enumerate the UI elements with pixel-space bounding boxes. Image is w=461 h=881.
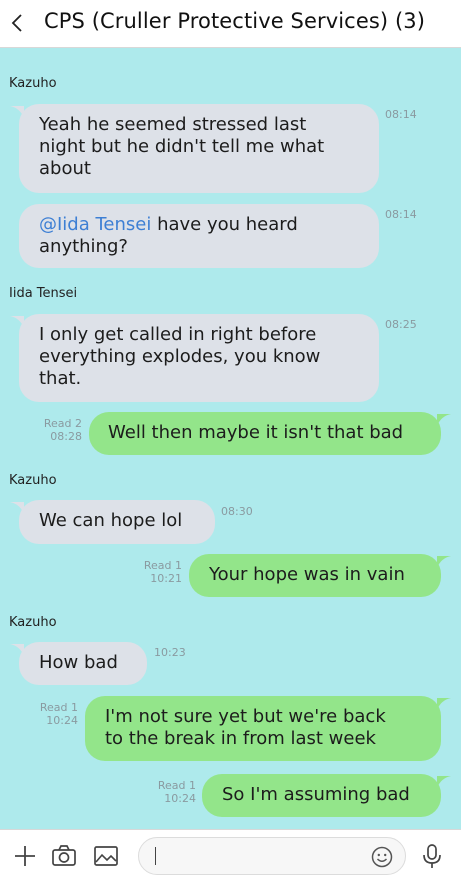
message-toolbar — [0, 829, 461, 881]
message-line: Your hope was in vain — [209, 564, 405, 585]
message-line: night but he didn't tell me what — [39, 136, 325, 157]
message-line: everything explodes, you know — [39, 346, 321, 367]
message-time: 08:14 — [385, 208, 417, 221]
bubble-tail — [437, 414, 451, 426]
message-line: I'm not sure yet but we're back — [105, 706, 386, 727]
back-chevron-icon[interactable] — [6, 8, 28, 38]
sender-name: Kazuho — [9, 76, 57, 91]
message-line: We can hope lol — [39, 510, 183, 531]
message-line: about — [39, 158, 91, 179]
plus-icon[interactable] — [11, 842, 39, 870]
message-time: 10:24 — [164, 792, 196, 805]
message-line: @Iida Tensei have you heard — [39, 214, 359, 236]
message-line: Yeah he seemed stressed last — [39, 114, 307, 135]
sender-name: Kazuho — [9, 615, 57, 630]
message-bubble[interactable]: I only get called in right before everyt… — [19, 314, 379, 402]
message-text: have you heard — [157, 214, 298, 235]
message-line: that. — [39, 368, 82, 389]
message-bubble[interactable]: Your hope was in vain — [189, 554, 441, 597]
message-time: 08:14 — [385, 108, 417, 121]
bubble-tail — [437, 556, 451, 568]
message-bubble[interactable]: @Iida Tensei have you heard anything? — [19, 204, 379, 268]
chat-title: CPS (Cruller Protective Services) (3) — [44, 9, 426, 33]
message-line: Well then maybe it isn't that bad — [108, 422, 404, 443]
message-line: So I'm assuming bad — [222, 784, 410, 805]
message-time: 10:23 — [154, 646, 186, 659]
message-bubble[interactable]: I'm not sure yet but we're back to the b… — [85, 696, 441, 761]
message-meta: Read 1 10:24 — [149, 779, 196, 805]
message-meta: Read 1 10:21 — [135, 559, 182, 585]
message-line: I only get called in right before — [39, 324, 317, 345]
message-bubble[interactable]: Well then maybe it isn't that bad — [89, 412, 441, 455]
message-line: How bad — [39, 652, 118, 673]
read-receipt: Read 1 — [143, 559, 182, 572]
message-time: 08:28 — [50, 430, 82, 443]
read-receipt: Read 1 — [157, 779, 196, 792]
text-cursor — [155, 847, 156, 865]
sender-name: Kazuho — [9, 473, 57, 488]
read-receipt: Read 1 — [39, 701, 78, 714]
message-time: 08:25 — [385, 318, 417, 331]
message-bubble[interactable]: Yeah he seemed stressed last night but h… — [19, 104, 379, 193]
read-receipt: Read 2 — [43, 417, 82, 430]
message-list[interactable]: Kazuho Yeah he seemed stressed last nigh… — [0, 48, 461, 829]
message-bubble[interactable]: How bad — [19, 642, 147, 685]
message-time: 10:21 — [150, 572, 182, 585]
emoji-icon[interactable] — [371, 846, 393, 868]
message-input[interactable] — [138, 837, 406, 875]
message-bubble[interactable]: We can hope lol — [19, 500, 215, 544]
message-bubble[interactable]: So I'm assuming bad — [202, 774, 441, 817]
chat-header: CPS (Cruller Protective Services) (3) — [0, 0, 461, 48]
message-meta: Read 1 10:24 — [31, 701, 78, 727]
mention-link[interactable]: @Iida Tensei — [39, 214, 151, 235]
message-time: 10:24 — [46, 714, 78, 727]
bubble-tail — [437, 698, 451, 710]
camera-icon[interactable] — [50, 842, 78, 870]
message-meta: Read 2 08:28 — [36, 417, 82, 443]
sender-name: Iida Tensei — [9, 286, 78, 301]
message-time: 08:30 — [221, 505, 253, 518]
message-line: anything? — [39, 236, 128, 257]
message-line: to the break in from last week — [105, 728, 376, 749]
bubble-tail — [437, 776, 451, 788]
microphone-icon[interactable] — [418, 842, 446, 870]
image-icon[interactable] — [92, 842, 120, 870]
